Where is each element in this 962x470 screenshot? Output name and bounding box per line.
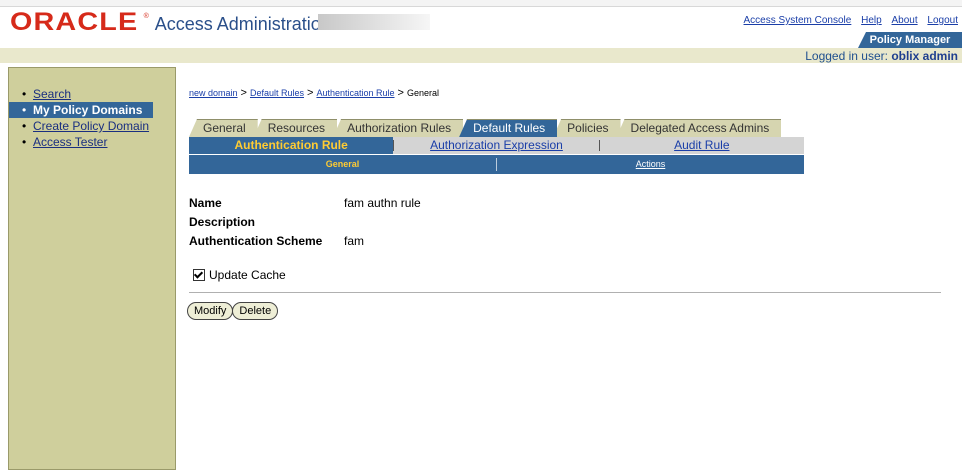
field-value: fam — [344, 234, 365, 248]
update-cache-checkbox[interactable] — [193, 269, 205, 281]
access-system-console-link[interactable]: Access System Console — [744, 15, 852, 26]
bullet-icon: • — [22, 87, 27, 101]
sidebar-item-access-tester[interactable]: • Access Tester — [9, 134, 175, 150]
logged-in-user: oblix admin — [891, 49, 958, 63]
logged-in-prefix: Logged in user: — [805, 49, 888, 63]
global-links: Access System Console Help About Logout — [737, 15, 958, 26]
breadcrumb-separator: > — [397, 87, 404, 99]
section-actions[interactable]: Actions — [497, 155, 804, 174]
update-cache-label: Update Cache — [209, 268, 286, 282]
oracle-logo: ORACLE — [10, 8, 139, 36]
field-label: Description — [189, 215, 256, 229]
field-row-description: Description — [189, 213, 421, 232]
delete-button[interactable]: Delete — [232, 302, 279, 320]
registered-mark-icon: ® — [143, 13, 149, 20]
field-label: Name — [189, 196, 222, 210]
subtab-authorization-expression-link[interactable]: Authorization Expression — [430, 138, 563, 152]
divider — [189, 292, 941, 293]
breadcrumb-current: General — [406, 88, 439, 98]
update-cache-option: Update Cache — [193, 268, 286, 282]
action-buttons: Modify Delete — [187, 302, 279, 320]
brand-header: ORACLE ® Access Administration — [10, 8, 331, 37]
bullet-icon: • — [22, 119, 27, 133]
policy-manager-tab[interactable]: Policy Manager — [858, 32, 962, 48]
tab-policies[interactable]: Policies — [553, 119, 621, 137]
breadcrumb-separator: > — [240, 87, 247, 99]
logout-link[interactable]: Logout — [927, 15, 958, 26]
rule-details: Name fam authn rule Description Authenti… — [189, 194, 421, 251]
tab-general[interactable]: General — [189, 119, 258, 137]
field-value: fam authn rule — [344, 196, 421, 210]
about-link[interactable]: About — [891, 15, 917, 26]
tab-default-rules[interactable]: Default Rules — [459, 119, 558, 137]
subtab-authentication-rule[interactable]: Authentication Rule — [189, 137, 394, 154]
breadcrumb-authentication-rule[interactable]: Authentication Rule — [316, 88, 394, 98]
bullet-icon: • — [22, 103, 27, 117]
title-gradient-bar — [318, 14, 430, 30]
rule-sections-bar: General Actions — [189, 155, 804, 174]
rule-subtabs: Authentication Rule Authorization Expres… — [189, 137, 804, 154]
field-label: Authentication Scheme — [189, 234, 323, 248]
tab-authorization-rules[interactable]: Authorization Rules — [333, 119, 464, 137]
sidebar-item-label[interactable]: Access Tester — [33, 135, 107, 149]
sidebar-nav: • Search • My Policy Domains • Create Po… — [9, 68, 175, 150]
policy-domain-tabs: General Resources Authorization Rules De… — [189, 119, 782, 137]
field-row-authentication-scheme: Authentication Scheme fam — [189, 232, 421, 251]
modify-button[interactable]: Modify — [187, 302, 234, 320]
sidebar-item-search[interactable]: • Search — [9, 86, 175, 102]
window-top-strip — [0, 0, 962, 7]
breadcrumb-default-rules[interactable]: Default Rules — [250, 88, 304, 98]
help-link[interactable]: Help — [861, 15, 882, 26]
sidebar-item-create-policy-domain[interactable]: • Create Policy Domain — [9, 118, 175, 134]
tab-resources[interactable]: Resources — [253, 119, 338, 137]
app-title: Access Administration — [154, 14, 331, 34]
sidebar-item-label[interactable]: Create Policy Domain — [33, 119, 149, 133]
sidebar-item-my-policy-domains[interactable]: • My Policy Domains — [9, 102, 153, 118]
sidebar: • Search • My Policy Domains • Create Po… — [8, 67, 176, 470]
subtab-authorization-expression[interactable]: Authorization Expression — [394, 137, 598, 154]
subtab-audit-rule-link[interactable]: Audit Rule — [674, 138, 729, 152]
breadcrumb-separator: > — [307, 87, 314, 99]
breadcrumb: new domain > Default Rules > Authentication … — [189, 87, 439, 99]
subtab-audit-rule[interactable]: Audit Rule — [600, 137, 804, 154]
logged-in-status: Logged in user: oblix admin — [805, 49, 958, 63]
field-row-name: Name fam authn rule — [189, 194, 421, 213]
sidebar-item-label[interactable]: My Policy Domains — [33, 103, 142, 117]
bullet-icon: • — [22, 135, 27, 149]
section-general[interactable]: General — [189, 155, 496, 174]
sidebar-item-label[interactable]: Search — [33, 87, 71, 101]
breadcrumb-new-domain[interactable]: new domain — [189, 88, 238, 98]
tab-delegated-access-admins[interactable]: Delegated Access Admins — [616, 119, 782, 137]
